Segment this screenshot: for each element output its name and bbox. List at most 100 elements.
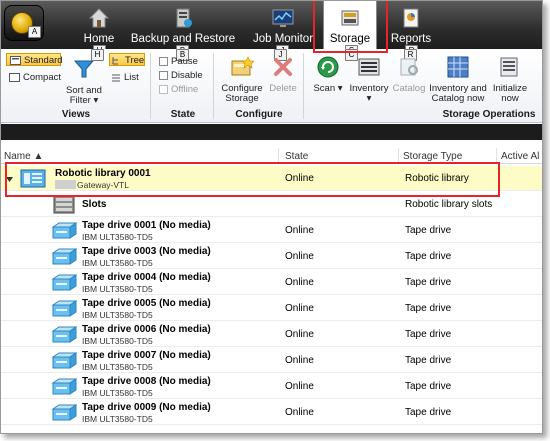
- collapse-arrow-icon[interactable]: [6, 175, 14, 183]
- standard-view-button[interactable]: Standard: [6, 53, 63, 66]
- configure-storage-label-line2: Storage: [225, 93, 259, 104]
- tab-reports[interactable]: Reports R: [385, 1, 437, 57]
- drive-name: Tape drive 0007 (No media): [82, 350, 211, 361]
- drive-name: Tape drive 0009 (No media): [82, 402, 211, 413]
- drive-storage-type: Tape drive: [405, 251, 452, 262]
- inventory-and-catalog-now-button[interactable]: Inventory and Catalog now: [427, 55, 489, 104]
- drive-state: Online: [285, 407, 314, 418]
- keytip-app: A: [28, 26, 41, 38]
- standard-view-icon: [10, 56, 21, 65]
- delete-label: Delete: [269, 83, 297, 94]
- sort-and-filter-button[interactable]: Sort and Filter ▾: [63, 57, 105, 106]
- tab-home[interactable]: Home H: [77, 1, 121, 57]
- table-row-tape-drive[interactable]: Tape drive 0008 (No media) IBM ULT3580-TD…: [1, 374, 542, 399]
- tab-reports-label: Reports: [390, 33, 432, 45]
- drive-model: IBM ULT3580-TD5: [82, 258, 153, 268]
- offline-checkbox-icon: [159, 85, 168, 94]
- delete-button[interactable]: Delete: [267, 55, 299, 94]
- tree-view-button[interactable]: Tree: [109, 53, 145, 66]
- table-row-tape-drive[interactable]: Tape drive 0004 (No media) IBM ULT3580-TD…: [1, 270, 542, 295]
- tree-view-icon: [112, 57, 118, 65]
- tree-view-label: Tree: [125, 55, 145, 66]
- drive-storage-type: Tape drive: [405, 225, 452, 236]
- disable-button[interactable]: Disable: [159, 69, 203, 82]
- configure-storage-button[interactable]: Configure Storage: [217, 55, 267, 104]
- pause-label: Pause: [171, 56, 198, 67]
- drive-storage-type: Tape drive: [405, 277, 452, 288]
- pause-button[interactable]: Pause: [159, 55, 198, 68]
- views-group-label: Views: [61, 109, 91, 120]
- standard-view-label: Standard: [24, 55, 63, 66]
- compact-view-icon: [9, 73, 20, 82]
- column-header-name[interactable]: Name ▲: [4, 151, 43, 162]
- drive-name: Tape drive 0001 (No media): [82, 220, 211, 231]
- library-name: Robotic library 0001: [55, 168, 151, 179]
- drive-model: IBM ULT3580-TD5: [82, 362, 153, 372]
- catalog-button[interactable]: Catalog: [391, 55, 427, 94]
- application-menu-button[interactable]: A: [4, 5, 44, 41]
- offline-label: Offline: [171, 84, 199, 95]
- storage-operations-group-label: Storage Operations: [442, 109, 536, 120]
- initialize-now-label-line2: now: [501, 93, 519, 104]
- column-header-state[interactable]: State: [285, 151, 308, 162]
- column-header-active-alerts[interactable]: Active Al: [501, 151, 539, 162]
- slots-storage-type: Robotic library slots: [405, 199, 493, 210]
- drive-name: Tape drive 0008 (No media): [82, 376, 211, 387]
- inventory-catalog-icon: [447, 56, 469, 78]
- application-window: A Home H Backup and Restore B: [0, 0, 543, 434]
- drive-name: Tape drive 0003 (No media): [82, 246, 211, 257]
- library-state: Online: [285, 173, 314, 184]
- sort-and-filter-label-line2: Filter ▾: [69, 95, 99, 106]
- drive-model: IBM ULT3580-TD5: [82, 336, 153, 346]
- table-row-tape-drive[interactable]: Tape drive 0005 (No media) IBM ULT3580-TD…: [1, 296, 542, 321]
- tab-job-monitor[interactable]: Job Monitor J: [247, 1, 319, 57]
- table-row-slots[interactable]: Slots Robotic library slots: [1, 192, 542, 217]
- tape-drive-icon: [51, 222, 77, 239]
- drive-state: Online: [285, 355, 314, 366]
- column-header-storage-type[interactable]: Storage Type: [403, 151, 462, 162]
- state-group-label: State: [170, 109, 196, 120]
- home-icon: [88, 8, 110, 28]
- table-row-tape-drive[interactable]: Tape drive 0001 (No media) IBM ULT3580-TD…: [1, 218, 542, 243]
- catalog-label: Catalog: [392, 83, 426, 94]
- list-view-icon: [112, 74, 120, 82]
- inventory-icon: [358, 58, 380, 76]
- redacted-block: [55, 180, 76, 189]
- tape-drive-icon: [51, 404, 77, 421]
- drive-storage-type: Tape drive: [405, 407, 452, 418]
- list-view-label: List: [124, 72, 139, 83]
- drive-storage-type: Tape drive: [405, 381, 452, 392]
- tab-storage-label: Storage: [329, 33, 371, 45]
- ribbon-tab-bar: A Home H Backup and Restore B: [1, 1, 542, 57]
- library-subtitle: Gateway-VTL: [77, 180, 129, 190]
- drive-model: IBM ULT3580-TD5: [82, 310, 153, 320]
- job-monitor-icon: [272, 9, 294, 27]
- keytip-sort: H: [91, 49, 104, 61]
- drive-state: Online: [285, 381, 314, 392]
- table-row-tape-drive[interactable]: Tape drive 0006 (No media) IBM ULT3580-TD…: [1, 322, 542, 347]
- initialize-icon: [500, 57, 518, 77]
- drive-name: Tape drive 0005 (No media): [82, 298, 211, 309]
- drive-storage-type: Tape drive: [405, 355, 452, 366]
- tab-storage[interactable]: Storage S: [323, 1, 377, 57]
- table-row-robotic-library[interactable]: Robotic library 0001 Gateway-VTL Online …: [1, 166, 542, 191]
- column-divider: [278, 148, 279, 164]
- catalog-icon: [400, 58, 418, 76]
- table-row-tape-drive[interactable]: Tape drive 0003 (No media) IBM ULT3580-TD…: [1, 244, 542, 269]
- inventory-button[interactable]: Inventory ▾: [347, 55, 391, 104]
- table-row-tape-drive[interactable]: Tape drive 0007 (No media) IBM ULT3580-TD…: [1, 348, 542, 373]
- scan-button[interactable]: Scan ▾: [309, 55, 347, 94]
- list-view-button[interactable]: List: [109, 71, 145, 84]
- tab-backup-and-restore[interactable]: Backup and Restore B: [129, 1, 237, 57]
- scan-label: Scan ▾: [313, 83, 343, 94]
- tab-job-monitor-label: Job Monitor: [252, 33, 314, 45]
- column-divider: [398, 148, 399, 164]
- storage-table-header: Name ▲ State Storage Type Active Al: [1, 148, 542, 164]
- offline-button[interactable]: Offline: [159, 83, 198, 96]
- disable-checkbox-icon: [159, 71, 168, 80]
- table-row-tape-drive[interactable]: Tape drive 0009 (No media) IBM ULT3580-TD…: [1, 400, 542, 425]
- initialize-now-button[interactable]: Initialize now: [489, 55, 531, 104]
- compact-view-button[interactable]: Compact: [6, 71, 61, 84]
- inventory-and-catalog-label-line2: Catalog now: [431, 93, 485, 104]
- drive-state: Online: [285, 225, 314, 236]
